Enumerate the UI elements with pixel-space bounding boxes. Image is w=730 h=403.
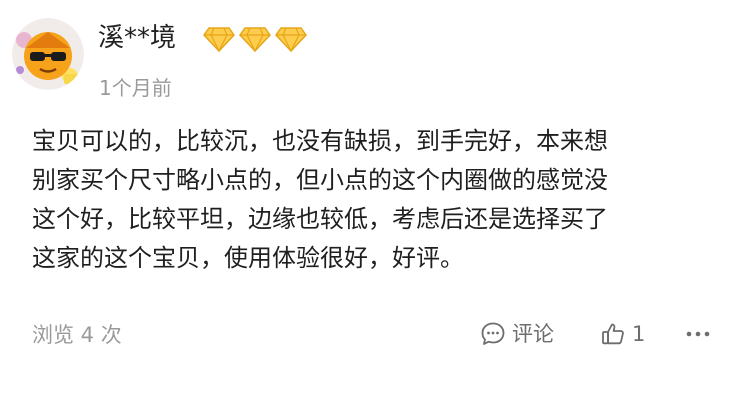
user-avatar[interactable] <box>12 18 84 90</box>
username[interactable]: 溪**境 <box>98 18 176 58</box>
cartoon-sunglasses-avatar-icon <box>12 18 84 90</box>
user-level-badges <box>203 26 307 52</box>
like-count: 1 <box>632 322 646 346</box>
comment-label: 评论 <box>512 322 554 346</box>
post-time: 1个月前 <box>99 76 172 100</box>
thumbs-up-icon <box>602 323 624 345</box>
like-button[interactable]: 1 <box>600 320 645 348</box>
diamond-icon <box>275 27 307 52</box>
diamond-icon <box>203 27 235 52</box>
diamond-icon <box>239 27 271 52</box>
comment-button[interactable]: 评论 <box>480 320 554 348</box>
review-footer: 浏览 4 次 评论 1 <box>0 316 730 354</box>
more-options-button[interactable] <box>684 324 712 344</box>
comment-bubble-icon <box>481 322 505 345</box>
review-text: 宝贝可以的，比较沉，也没有缺损，到手完好，本来想 别家买个尺寸略小点的，但小点的… <box>32 127 608 272</box>
more-dots-icon <box>686 331 710 337</box>
view-count: 浏览 4 次 <box>32 323 122 347</box>
